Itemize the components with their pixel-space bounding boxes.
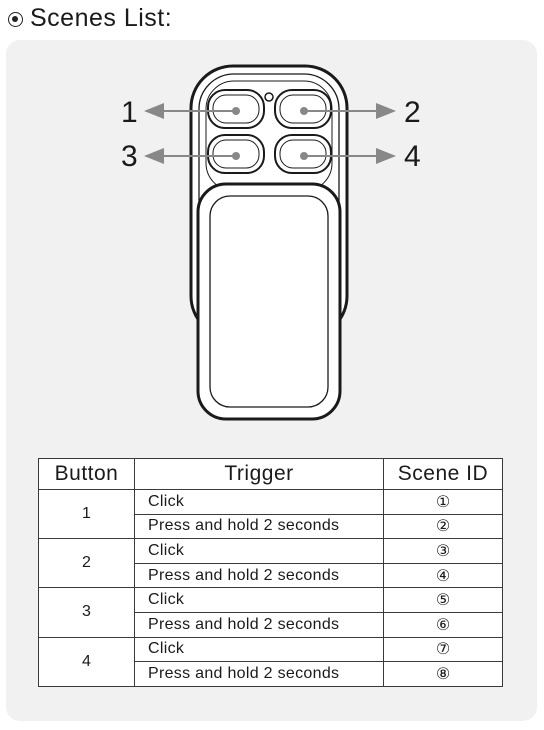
scene-id-cell: ② [383, 513, 503, 540]
scenes-table: Button Trigger Scene ID 1 Click ① Press … [38, 458, 503, 687]
remote-cover [196, 182, 342, 421]
trigger-cell: Click [134, 587, 384, 613]
scene-id-cell: ① [383, 489, 503, 515]
button-cell: 3 [38, 587, 135, 638]
scene-id-cell: ⑦ [383, 636, 503, 663]
table-row: 3 Click ⑤ [38, 587, 503, 638]
scene-id-cell: ④ [383, 562, 503, 589]
button-cell: 2 [38, 538, 135, 589]
scene-id-cell: ⑧ [383, 661, 503, 687]
column-header-scene-id: Scene ID [383, 458, 503, 490]
callout-number-1: 1 [121, 96, 138, 129]
trigger-cell: Press and hold 2 seconds [134, 611, 384, 638]
trigger-cell: Click [134, 489, 384, 515]
trigger-cell: Press and hold 2 seconds [134, 513, 384, 540]
button-cell: 1 [38, 488, 135, 540]
column-header-trigger: Trigger [134, 458, 384, 490]
table-row: 2 Click ③ [38, 538, 503, 589]
callout-number-4: 4 [404, 140, 421, 173]
scene-id-cell: ⑤ [383, 587, 503, 613]
column-header-button: Button [38, 458, 135, 490]
button-cell: 4 [38, 636, 135, 687]
scene-id-cell: ③ [383, 538, 503, 564]
trigger-cell: Click [134, 538, 384, 564]
trigger-cell: Click [134, 636, 384, 663]
scene-id-cell: ⑥ [383, 611, 503, 638]
callout-number-2: 2 [404, 96, 421, 129]
callout-number-3: 3 [121, 140, 138, 173]
table-header-row: Button Trigger Scene ID [38, 458, 503, 490]
trigger-cell: Press and hold 2 seconds [134, 661, 384, 687]
indicator-light-icon [264, 92, 274, 102]
trigger-cell: Press and hold 2 seconds [134, 562, 384, 589]
table-row: 1 Click ① [38, 488, 503, 540]
table-row: 4 Click ⑦ [38, 636, 503, 687]
